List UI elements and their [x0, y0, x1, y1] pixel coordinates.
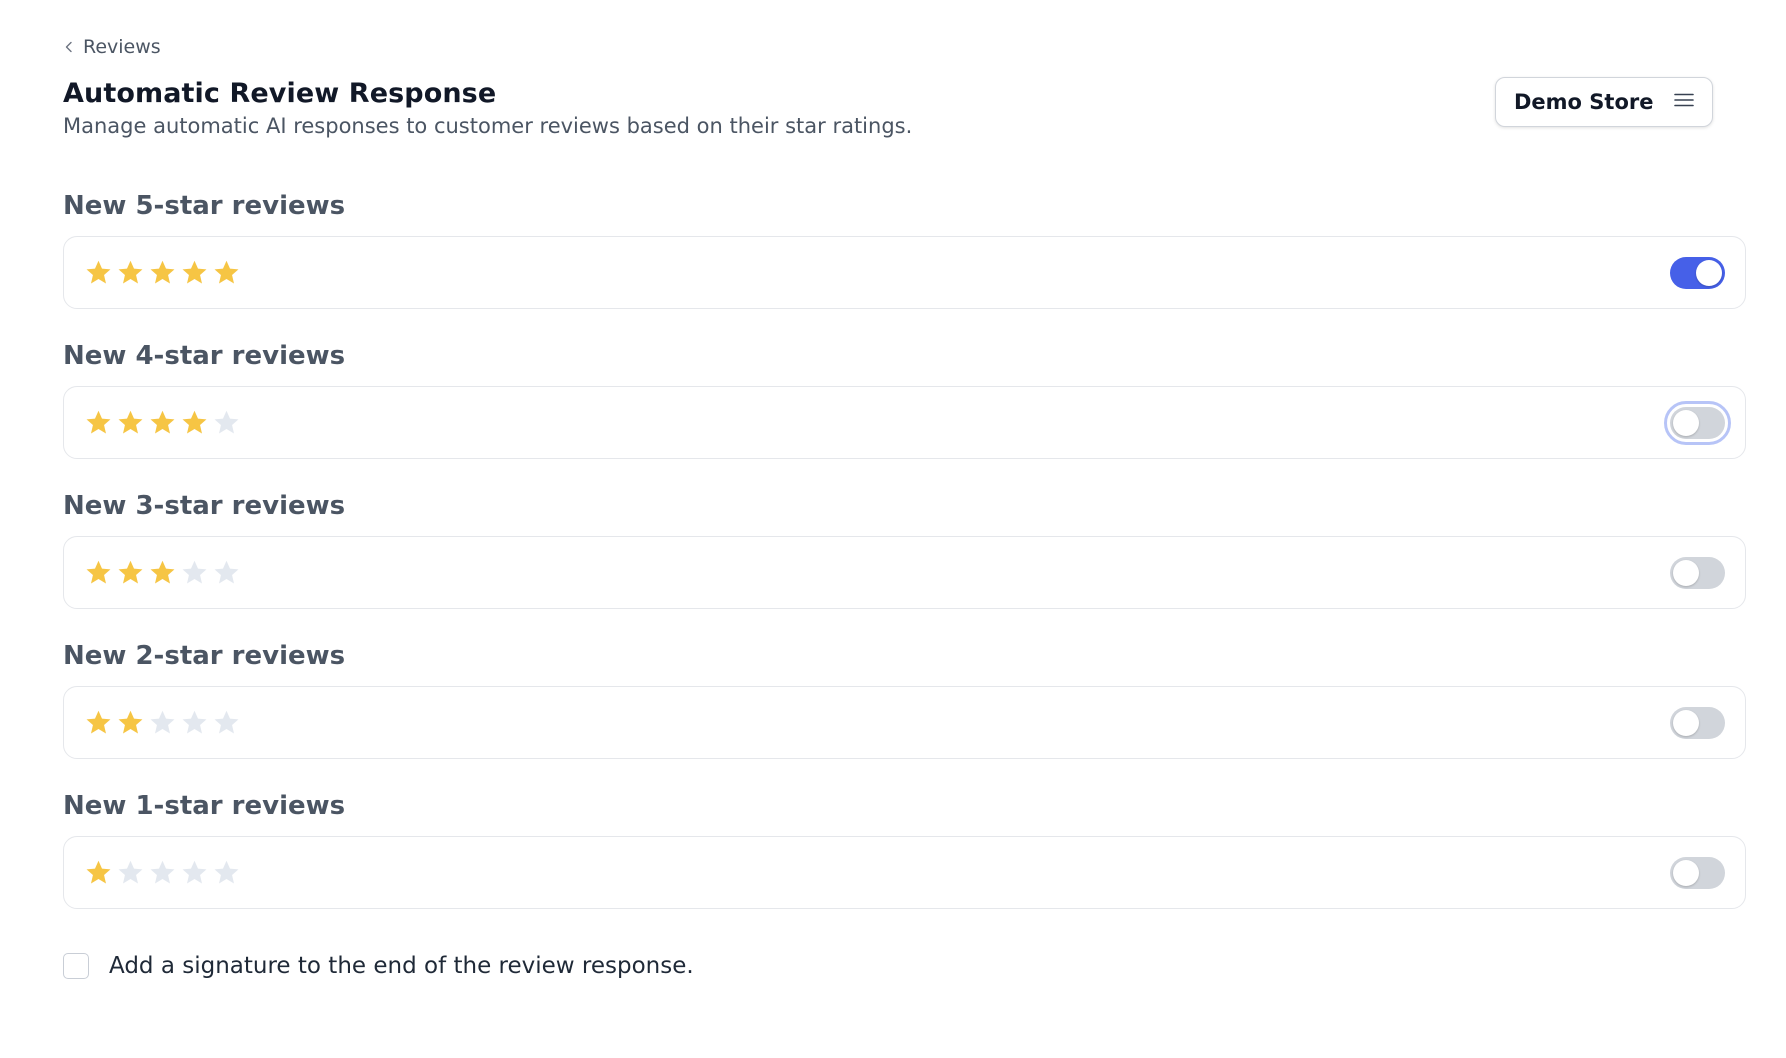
star-empty-icon	[214, 410, 239, 434]
star-rating	[84, 858, 241, 887]
rating-heading: New 2-star reviews	[63, 641, 346, 671]
star-filled-icon	[86, 710, 111, 734]
auto-response-toggle[interactable]	[1664, 400, 1731, 445]
star-filled-icon	[86, 560, 111, 584]
page-title: Automatic Review Response	[63, 78, 497, 109]
star-empty-icon	[118, 860, 143, 884]
star-filled-icon	[118, 410, 143, 434]
rating-heading: New 4-star reviews	[63, 341, 346, 371]
rating-card	[63, 536, 1746, 609]
page-subtitle: Manage automatic AI responses to custome…	[63, 114, 913, 138]
rating-section-4: New 4-star reviews	[63, 338, 1746, 459]
toggle-knob	[1673, 709, 1699, 736]
auto-response-toggle[interactable]	[1670, 256, 1725, 289]
star-empty-icon	[150, 860, 175, 884]
toggle-knob	[1673, 559, 1699, 586]
auto-response-toggle[interactable]	[1670, 706, 1725, 739]
breadcrumb-label: Reviews	[83, 36, 161, 58]
star-empty-icon	[182, 710, 207, 734]
star-filled-icon	[182, 260, 207, 284]
rating-section-5: New 5-star reviews	[63, 188, 1746, 309]
rating-section-1: New 1-star reviews	[63, 788, 1746, 909]
star-filled-icon	[118, 560, 143, 584]
star-rating	[84, 558, 241, 587]
rating-heading: New 5-star reviews	[63, 191, 346, 221]
star-filled-icon	[118, 260, 143, 284]
toggle-knob	[1696, 259, 1722, 286]
star-empty-icon	[182, 560, 207, 584]
rating-card	[63, 836, 1746, 909]
star-filled-icon	[86, 260, 111, 284]
store-selector-button[interactable]: Demo Store	[1495, 77, 1713, 127]
star-filled-icon	[150, 560, 175, 584]
star-filled-icon	[86, 410, 111, 434]
signature-option: Add a signature to the end of the review…	[63, 953, 694, 979]
breadcrumb-back-link[interactable]: Reviews	[63, 36, 161, 58]
star-empty-icon	[214, 560, 239, 584]
rating-section-2: New 2-star reviews	[63, 638, 1746, 759]
menu-icon	[1673, 91, 1695, 113]
rating-section-3: New 3-star reviews	[63, 488, 1746, 609]
rating-card	[63, 236, 1746, 309]
star-empty-icon	[214, 710, 239, 734]
toggle-knob	[1673, 409, 1699, 436]
star-filled-icon	[118, 710, 143, 734]
store-name: Demo Store	[1514, 90, 1654, 114]
rating-card	[63, 386, 1746, 459]
signature-checkbox[interactable]	[63, 953, 89, 979]
rating-card	[63, 686, 1746, 759]
star-filled-icon	[150, 260, 175, 284]
star-rating	[84, 258, 241, 287]
rating-heading: New 1-star reviews	[63, 791, 346, 821]
star-empty-icon	[214, 860, 239, 884]
star-empty-icon	[182, 860, 207, 884]
signature-label: Add a signature to the end of the review…	[109, 953, 694, 979]
rating-heading: New 3-star reviews	[63, 491, 346, 521]
auto-response-toggle[interactable]	[1670, 856, 1725, 889]
auto-response-toggle[interactable]	[1670, 556, 1725, 589]
page: Reviews Automatic Review Response Manage…	[0, 0, 1786, 1058]
star-filled-icon	[182, 410, 207, 434]
toggle-knob	[1673, 859, 1699, 886]
chevron-left-icon	[63, 36, 75, 58]
star-empty-icon	[150, 710, 175, 734]
star-rating	[84, 708, 241, 737]
star-rating	[84, 408, 241, 437]
star-filled-icon	[150, 410, 175, 434]
star-filled-icon	[86, 860, 111, 884]
star-filled-icon	[214, 260, 239, 284]
